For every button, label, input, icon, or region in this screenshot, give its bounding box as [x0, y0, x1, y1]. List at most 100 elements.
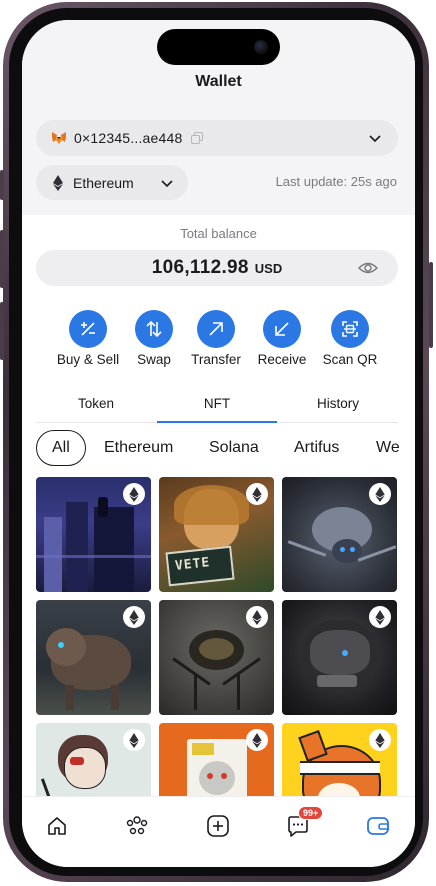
ethereum-badge: [123, 606, 145, 628]
chevron-down-icon: [161, 180, 173, 188]
ethereum-badge: [369, 483, 391, 505]
nft-art: [350, 547, 355, 552]
nav-home[interactable]: [42, 811, 72, 841]
receive-button[interactable]: Receive: [247, 310, 317, 367]
nft-card[interactable]: VETE: [159, 477, 274, 592]
plus-square-icon: [207, 815, 229, 837]
ethereum-badge: [369, 606, 391, 628]
nft-art: [310, 630, 370, 675]
balance-card: 106,112.98 USD: [36, 250, 398, 286]
nft-art: [70, 757, 84, 765]
ethereum-icon: [375, 732, 385, 748]
nft-art: [66, 685, 74, 710]
volume-down-button: [0, 302, 4, 360]
nft-art: [192, 743, 214, 755]
nft-art: [94, 507, 134, 592]
filter-all[interactable]: All: [36, 430, 86, 466]
wallet-address: 0×12345...ae448: [74, 130, 183, 146]
nft-card[interactable]: [282, 477, 397, 592]
plus-minus-icon: [81, 322, 95, 336]
nft-card[interactable]: [282, 600, 397, 715]
swap-arrows-icon: [146, 320, 162, 338]
ethereum-icon: [252, 732, 262, 748]
tab-nft[interactable]: NFT: [157, 396, 277, 411]
page-title: Wallet: [195, 73, 242, 90]
nft-art: [46, 628, 86, 666]
transfer-circle: [197, 310, 235, 348]
nft-card[interactable]: [159, 600, 274, 715]
last-update-text: Last update: 25s ago: [275, 174, 397, 189]
filter-ethereum[interactable]: Ethereum: [104, 430, 173, 466]
nft-art: [317, 675, 357, 687]
app-screen: Wallet 0×12345...ae448 Ethereum Last upd…: [22, 20, 415, 867]
eye-icon[interactable]: [358, 259, 378, 277]
scan-qr-button[interactable]: Scan QR: [315, 310, 385, 367]
balance-value: 106,112.98 USD: [36, 257, 398, 279]
nft-art: [58, 642, 64, 648]
nft-art: [98, 497, 108, 517]
transfer-button[interactable]: Transfer: [181, 310, 251, 367]
nav-create[interactable]: [203, 811, 233, 841]
balance-currency: USD: [254, 261, 283, 276]
nft-art: [66, 502, 88, 592]
messages-badge: 99+: [298, 806, 324, 820]
ethereum-badge: [369, 729, 391, 751]
tab-history[interactable]: History: [278, 396, 398, 411]
buy-sell-label: Buy & Sell: [56, 352, 120, 367]
total-balance-label: Total balance: [180, 226, 257, 241]
swap-circle: [135, 310, 173, 348]
copy-icon[interactable]: [190, 132, 203, 144]
buy-sell-button[interactable]: Buy & Sell: [53, 310, 123, 367]
filter-solana[interactable]: Solana: [209, 430, 259, 466]
users-icon: [126, 816, 148, 835]
ethereum-icon: [252, 486, 262, 502]
power-button: [429, 262, 433, 348]
asset-tabs: Token NFT History: [36, 390, 398, 423]
ethereum-icon: [53, 174, 63, 191]
balance-amount: 106,112.98: [151, 257, 249, 278]
volume-up-button: [0, 230, 4, 288]
active-tab-indicator: [157, 421, 277, 423]
filter-artifus[interactable]: Artifus: [294, 430, 339, 466]
ethereum-icon: [129, 609, 139, 625]
nft-art: [237, 675, 240, 710]
swap-label: Swap: [137, 352, 171, 367]
ethereum-badge: [123, 483, 145, 505]
tab-token[interactable]: Token: [36, 396, 156, 411]
arrow-up-right-icon: [209, 322, 223, 336]
nav-community[interactable]: [122, 811, 152, 841]
nft-card[interactable]: [36, 600, 151, 715]
nft-art: [207, 773, 213, 779]
nav-wallet[interactable]: [363, 811, 393, 841]
quick-actions: Buy & Sell Swap Transfer Receive Scan QR: [22, 310, 415, 370]
ethereum-badge: [246, 606, 268, 628]
home-icon: [48, 817, 66, 835]
ethereum-badge: [123, 729, 145, 751]
nav-messages[interactable]: 99+: [283, 806, 324, 841]
transfer-label: Transfer: [191, 352, 241, 367]
camera-icon: [254, 40, 268, 54]
ethereum-icon: [252, 609, 262, 625]
nft-card[interactable]: [36, 477, 151, 592]
nft-art: [174, 485, 249, 525]
filter-we[interactable]: We: [376, 430, 400, 466]
chevron-down-icon: [369, 135, 381, 143]
network-name: Ethereum: [73, 174, 134, 191]
receive-circle: [263, 310, 301, 348]
wallet-selector[interactable]: 0×12345...ae448: [36, 120, 398, 156]
arrow-down-left-icon: [275, 322, 289, 336]
scan-qr-label: Scan QR: [322, 352, 378, 367]
wallet-icon: [367, 817, 389, 835]
metamask-fox-icon: [52, 132, 66, 144]
nft-art: [36, 555, 151, 558]
network-selector[interactable]: Ethereum: [36, 165, 188, 200]
nft-art: [194, 675, 197, 710]
nft-art: [111, 685, 119, 710]
swap-button[interactable]: Swap: [119, 310, 189, 367]
receive-label: Receive: [257, 352, 307, 367]
nft-art: [357, 545, 397, 562]
ethereum-badge: [246, 483, 268, 505]
ethereum-icon: [129, 732, 139, 748]
ethereum-icon: [375, 609, 385, 625]
scan-qr-icon: [342, 321, 358, 337]
